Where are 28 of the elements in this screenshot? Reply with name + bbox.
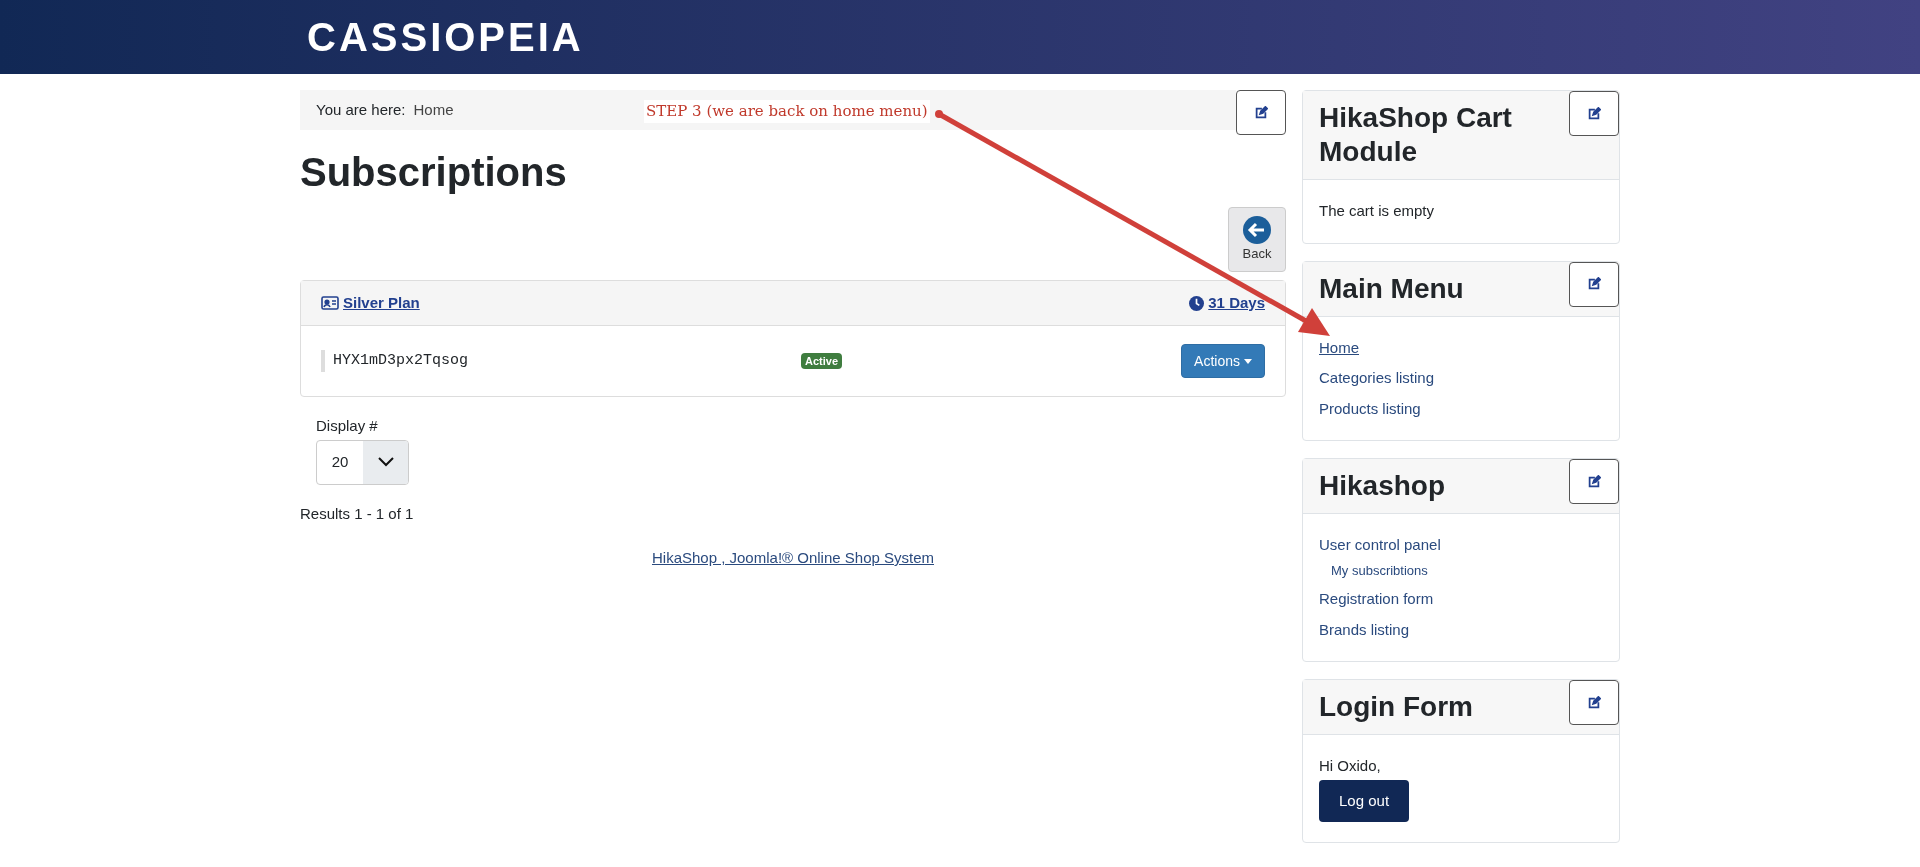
module-title: Hikashop bbox=[1319, 469, 1447, 503]
menu-link[interactable]: Home bbox=[1319, 336, 1359, 359]
breadcrumb-link[interactable]: Home bbox=[413, 98, 454, 122]
module-title: Main Menu bbox=[1319, 271, 1465, 306]
footer-link[interactable]: HikaShop , Joomla!® Online Shop System bbox=[652, 547, 934, 570]
menu-link[interactable]: Registration form bbox=[1319, 588, 1434, 611]
results-count: Results 1 - 1 of 1 bbox=[300, 503, 415, 524]
page-title: Subscriptions bbox=[300, 149, 568, 196]
display-label: Display # bbox=[316, 416, 378, 436]
module-title: Login Form bbox=[1319, 690, 1474, 724]
module-title: HikaShop Cart Module bbox=[1319, 101, 1513, 169]
actions-button[interactable]: Actions bbox=[1181, 344, 1265, 378]
cart-status-text: The cart is empty bbox=[1319, 201, 1436, 221]
plan-link[interactable]: Silver Plan bbox=[321, 291, 420, 315]
status-badge: Active bbox=[801, 352, 843, 370]
display-select[interactable]: 20 bbox=[316, 439, 409, 485]
menu-link[interactable]: Brands listing bbox=[1319, 618, 1410, 641]
menu-link[interactable]: User control panel bbox=[1319, 534, 1441, 557]
duration-link[interactable]: 31 Days bbox=[1189, 291, 1265, 315]
annotation-text: STEP 3 (we are back on home menu) bbox=[644, 100, 930, 123]
logout-button[interactable]: Log out bbox=[1319, 779, 1410, 822]
menu-link[interactable]: Products listing bbox=[1319, 397, 1421, 420]
breadcrumb-label: You are here: bbox=[316, 99, 406, 120]
site-logo[interactable]: CASSIOPEIA bbox=[307, 7, 584, 67]
greeting-text: Hi Oxido, bbox=[1319, 756, 1381, 776]
back-button[interactable]: Back bbox=[1228, 207, 1286, 272]
menu-link[interactable]: My subscribtions bbox=[1331, 560, 1428, 580]
menu-link[interactable]: Categories listing bbox=[1319, 367, 1435, 390]
